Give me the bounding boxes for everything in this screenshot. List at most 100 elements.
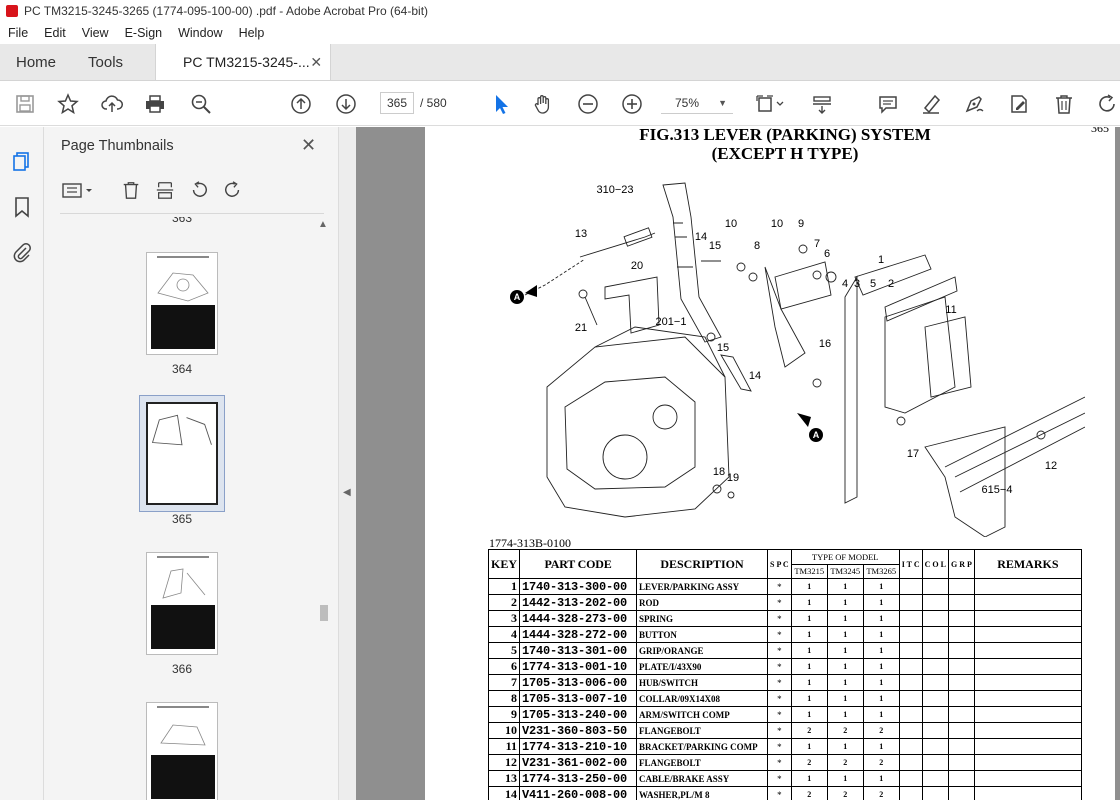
part-code-cell: 1774-313-001-10 (519, 658, 638, 676)
tab-document[interactable]: PC TM3215-3245-... ✕ (155, 44, 332, 80)
table-row: 2 1442-313-202-00 ROD * 1 1 1 (487, 594, 1082, 612)
thumbnail-page-367[interactable] (146, 702, 218, 800)
zoom-in-button[interactable] (618, 90, 646, 118)
scroll-up-icon[interactable]: ▲ (318, 219, 328, 230)
description-cell: ARM/SWITCH COMP (636, 706, 769, 724)
part-code-cell: 1774-313-250-00 (519, 770, 638, 788)
minus-circle-icon (578, 94, 598, 114)
callout-15: 15 (709, 240, 721, 252)
edit-pdf-button[interactable] (1005, 90, 1033, 118)
description-cell: PLATE/I/43X90 (636, 658, 769, 676)
figure-title-line1: FIG.313 LEVER (PARKING) SYSTEM (639, 127, 931, 144)
qty-tm3265-cell: 1 (862, 738, 900, 756)
thumbnail-table (151, 605, 215, 649)
thumbnail-diagram (151, 414, 212, 446)
menu-window[interactable]: Window (170, 26, 230, 40)
tab-tools[interactable]: Tools (72, 44, 139, 80)
qty-tm3245-cell: 1 (826, 690, 864, 708)
previous-page-button[interactable] (287, 90, 315, 118)
remarks-cell (973, 610, 1082, 628)
thumbnail-heading (157, 556, 209, 558)
spc-cell: * (767, 674, 792, 692)
next-page-button[interactable] (332, 90, 360, 118)
search-zoom-icon (191, 94, 211, 114)
remarks-cell (973, 706, 1082, 724)
remarks-cell (973, 770, 1082, 788)
qty-tm3245-cell: 1 (826, 674, 864, 692)
remarks-cell (973, 754, 1082, 772)
page-number-input[interactable]: 365 (380, 92, 414, 114)
share-button[interactable] (98, 90, 126, 118)
part-code-cell: 1774-313-210-10 (519, 738, 638, 756)
rotate-counterclockwise-button[interactable] (186, 179, 212, 201)
scrollbar-thumb[interactable] (320, 605, 328, 621)
delete-button[interactable] (1050, 90, 1078, 118)
close-panel-icon[interactable]: ✕ (301, 135, 316, 156)
fill-sign-button[interactable] (960, 90, 988, 118)
comment-button[interactable] (874, 90, 902, 118)
rotate-button[interactable] (1094, 90, 1120, 118)
page-thumbnails-panel: Page Thumbnails ✕ 363 364 365 366 ▲ (44, 127, 338, 800)
qty-tm3215-cell: 1 (790, 610, 828, 628)
grp-cell (947, 626, 975, 644)
qty-tm3215-cell: 1 (790, 578, 828, 596)
menu-esign[interactable]: E-Sign (117, 26, 171, 40)
trash-icon (123, 182, 139, 199)
thumbnail-page-366[interactable] (146, 552, 218, 655)
scroll-mode-button[interactable] (808, 90, 836, 118)
plus-circle-icon (622, 94, 642, 114)
remarks-cell (973, 738, 1082, 756)
thumbnail-options-menu[interactable] (60, 179, 96, 201)
find-zoom-button[interactable] (187, 90, 215, 118)
part-code-cell: 1705-313-240-00 (519, 706, 638, 724)
extract-pages-button[interactable] (152, 179, 178, 201)
bookmarks-button[interactable] (10, 195, 34, 219)
document-viewer[interactable]: 365 FIG.313 LEVER (PARKING) SYSTEM (EXCE… (356, 127, 1120, 800)
save-button[interactable] (11, 90, 39, 118)
attachments-button[interactable] (10, 240, 34, 264)
qty-tm3215-cell: 1 (790, 658, 828, 676)
rotate-clockwise-button[interactable] (220, 179, 246, 201)
col-cell (921, 578, 949, 596)
table-row: 7 1705-313-006-00 HUB/SWITCH * 1 1 1 (487, 674, 1082, 692)
bookmark-star-button[interactable] (54, 90, 82, 118)
itc-cell (898, 626, 923, 644)
callout-7: 7 (814, 238, 820, 250)
close-tab-icon[interactable]: ✕ (310, 54, 322, 71)
callout-10a: 10 (725, 218, 737, 230)
zoom-level-dropdown[interactable]: 75% ▼ (661, 92, 733, 114)
menu-view[interactable]: View (74, 26, 117, 40)
description-cell: HUB/SWITCH (636, 674, 769, 692)
thumbnail-scrollbar[interactable]: ▲ (316, 219, 330, 800)
callout-14: 14 (695, 231, 707, 243)
menu-help[interactable]: Help (231, 26, 273, 40)
print-button[interactable] (141, 90, 169, 118)
menu-file[interactable]: File (0, 26, 36, 40)
thumbnail-list: 363 364 365 366 (60, 217, 324, 800)
zoom-out-button[interactable] (574, 90, 602, 118)
page-fit-button[interactable] (752, 90, 788, 118)
rotate-icon (1099, 94, 1115, 112)
remarks-cell (973, 722, 1082, 740)
select-tool-button[interactable] (487, 90, 515, 118)
description-cell: FLANGEBOLT (636, 754, 769, 772)
qty-tm3215-cell: 1 (790, 626, 828, 644)
thumbnail-page-364[interactable] (146, 252, 218, 355)
callout-13: 13 (575, 228, 587, 240)
highlight-button[interactable] (917, 90, 945, 118)
bookmark-icon (15, 197, 29, 218)
page-thumbnails-button[interactable] (10, 149, 34, 173)
title-bar: PC TM3215-3245-3265 (1774-095-100-00) .p… (0, 0, 1120, 22)
key-cell: 4 (487, 626, 521, 644)
hand-tool-button[interactable] (529, 90, 557, 118)
spc-cell: * (767, 594, 792, 612)
table-row: 11 1774-313-210-10 BRACKET/PARKING COMP * 1 1… (487, 738, 1082, 756)
delete-pages-button[interactable] (118, 179, 144, 201)
qty-tm3215-cell: 2 (790, 722, 828, 740)
part-code-cell: 1442-313-202-00 (519, 594, 638, 612)
thumbnail-page-365-selected[interactable] (139, 395, 225, 512)
menu-edit[interactable]: Edit (36, 26, 74, 40)
header-model-tm3265: TM3265 (862, 563, 900, 580)
tab-home[interactable]: Home (0, 44, 72, 80)
panel-collapse-handle[interactable]: ◀ (338, 127, 356, 800)
